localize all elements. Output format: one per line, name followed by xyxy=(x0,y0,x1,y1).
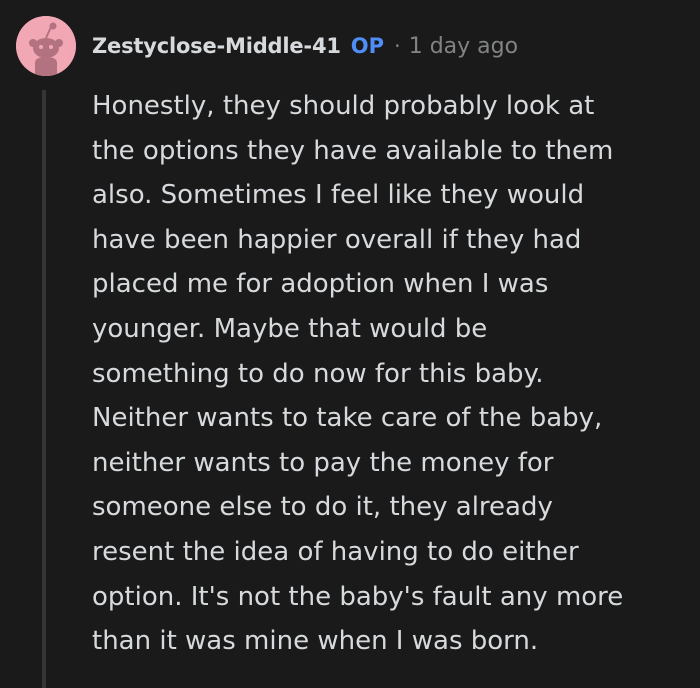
separator-dot: · xyxy=(394,34,401,58)
username-link[interactable]: Zestyclose-Middle-41 xyxy=(92,34,341,58)
comment-body-line: resent the idea of having to do either xyxy=(92,536,579,567)
timestamp[interactable]: 1 day ago xyxy=(409,34,518,59)
thread-collapse-line[interactable] xyxy=(42,90,46,688)
comment-body-line: neither wants to pay the money for xyxy=(92,447,554,478)
comment-body: Honestly, they should probably look at t… xyxy=(92,84,682,664)
comment-body-line: have been happier overall if they had xyxy=(92,224,582,255)
reddit-snoo-avatar-icon xyxy=(16,16,76,76)
comment-body-line: option. It's not the baby's fault any mo… xyxy=(92,581,624,612)
comment-body-line: Neither wants to take care of the baby, xyxy=(92,403,603,434)
comment-body-line: also. Sometimes I feel like they would xyxy=(92,180,585,211)
comment-header: Zestyclose-Middle-41 OP · 1 day ago xyxy=(92,28,518,64)
comment: Zestyclose-Middle-41 OP · 1 day ago Hone… xyxy=(0,0,700,688)
user-avatar[interactable] xyxy=(16,16,76,76)
comment-body-line: younger. Maybe that would be xyxy=(92,313,488,344)
comment-body-line: than it was mine when I was born. xyxy=(92,626,539,657)
comment-body-line: placed me for adoption when I was xyxy=(92,269,549,300)
op-badge: OP xyxy=(350,34,385,58)
comment-body-line: something to do now for this baby. xyxy=(92,358,544,389)
comment-body-line: Honestly, they should probably look at xyxy=(92,91,595,121)
comment-body-line: the options they have available to them xyxy=(92,135,614,166)
comment-body-line: someone else to do it, they already xyxy=(92,492,553,523)
